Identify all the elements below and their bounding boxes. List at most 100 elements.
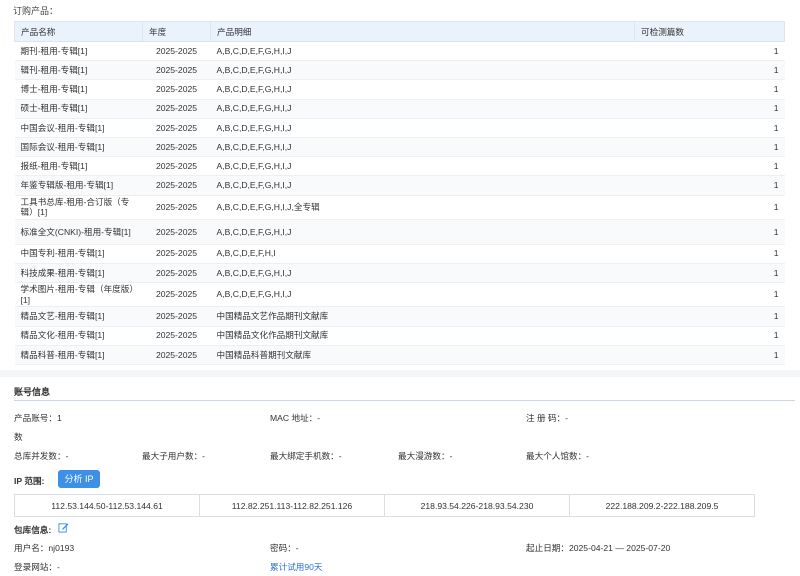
ip-range-cell: 222.188.209.2-222.188.209.5 [569, 494, 755, 517]
product-name-cell: 年鉴专辑版-租用-专辑[1] [14, 175, 143, 196]
header-year: 年度 [142, 21, 211, 42]
max-roaming-field: 最大漫游数：- [398, 451, 453, 461]
product-name-cell: 中国专利-租用-专辑[1] [14, 244, 143, 264]
check-count-cell: 1 [634, 118, 785, 138]
year-cell: 2025-2025 [142, 175, 211, 196]
check-count-cell: 1 [634, 175, 785, 196]
section-title: 订购产品： [13, 6, 59, 16]
header-product-name: 产品名称 [14, 21, 143, 42]
product-detail-cell: 中国精品文化作品期刊文献库 [210, 326, 635, 346]
year-cell: 2025-2025 [142, 345, 211, 365]
year-cell: 2025-2025 [142, 244, 211, 264]
year-cell: 2025-2025 [142, 41, 211, 62]
username-field: 用户名：nj0193 [14, 543, 75, 553]
product-name-cell: 硕士-租用-专辑[1] [14, 99, 143, 119]
ip-range-cell: 112.82.251.113-112.82.251.126 [199, 494, 385, 517]
product-name-cell: 科技成果-租用-专辑[1] [14, 263, 143, 283]
table-row: 期刊-租用-专辑[1] 2025-2025 A,B,C,D,E,F,G,H,I,J 1 [14, 41, 785, 62]
edit-icon[interactable] [58, 522, 69, 533]
product-detail-cell: A,B,C,D,E,F,G,H,I,J [210, 137, 635, 158]
product-name-cell: 期刊-租用-专辑[1] [14, 41, 143, 62]
year-cell: 2025-2025 [142, 156, 211, 177]
check-count-cell: 1 [634, 345, 785, 365]
check-count-cell: 1 [634, 306, 785, 327]
product-name-cell: 博士-租用-专辑[1] [14, 79, 143, 100]
check-count-cell: 1 [634, 41, 785, 62]
ip-range-table: 112.53.144.50-112.53.144.61 112.82.251.1… [14, 494, 755, 517]
product-detail-cell: A,B,C,D,E,F,G,H,I,J [210, 41, 635, 62]
header-check-count: 可检测篇数 [634, 21, 785, 42]
year-cell: 2025-2025 [142, 118, 211, 138]
product-name-cell: 精品文艺-租用-专辑[1] [14, 306, 143, 327]
year-cell: 2025-2025 [142, 219, 211, 245]
product-detail-cell: A,B,C,D,E,F,G,H,I,J [210, 79, 635, 100]
mac-address-field: MAC 地址：- [270, 413, 321, 423]
product-detail-cell: A,B,C,D,E,F,G,H,I,J [210, 156, 635, 177]
product-name-cell: 精品文化-租用-专辑[1] [14, 326, 143, 346]
product-account-field: 产品账号：1 [14, 413, 62, 423]
check-count-cell: 1 [634, 263, 785, 283]
year-cell: 2025-2025 [142, 79, 211, 100]
ip-range-cell: 218.93.54.226-218.93.54.230 [384, 494, 570, 517]
product-detail-cell: A,B,C,D,E,F,G,H,I,J [210, 99, 635, 119]
table-row: 科技成果-租用-专辑[1] 2025-2025 A,B,C,D,E,F,G,H,I,… [14, 263, 785, 283]
table-row: 精品文化-租用-专辑[1] 2025-2025 中国精品文化作品期刊文献库 1 [14, 326, 785, 346]
year-cell: 2025-2025 [142, 99, 211, 119]
ip-range-label: IP 范围: [14, 476, 45, 486]
concurrency-field: 总库并发数：- [14, 451, 69, 461]
year-cell: 2025-2025 [142, 326, 211, 346]
table-row: 精品文艺-租用-专辑[1] 2025-2025 中国精品文艺作品期刊文献库 1 [14, 306, 785, 327]
year-cell: 2025-2025 [142, 263, 211, 283]
divider [14, 400, 795, 401]
product-detail-cell: 中国精品文艺作品期刊文献库 [210, 306, 635, 327]
product-detail-cell: 中国精品科普期刊文献库 [210, 345, 635, 365]
product-account-field-wrap: 数 [14, 432, 23, 442]
table-row: 年鉴专辑版-租用-专辑[1] 2025-2025 A,B,C,D,E,F,G,H,I… [14, 175, 785, 196]
table-row: 硕士-租用-专辑[1] 2025-2025 A,B,C,D,E,F,G,H,I,J 1 [14, 99, 785, 119]
analyze-ip-button[interactable]: 分析 IP [58, 470, 100, 488]
table-row: 精品科普-租用-专辑[1] 2025-2025 中国精品科普期刊文献库 1 [14, 345, 785, 365]
account-info-title: 账号信息 [14, 387, 51, 397]
trial-days-link[interactable]: 累计试用90天 [270, 561, 323, 573]
package-info-label: 包库信息: [14, 525, 52, 535]
date-range-field: 起止日期：2025-04-21 — 2025-07-20 [526, 543, 671, 553]
product-name-cell: 精品科普-租用-专辑[1] [14, 345, 143, 365]
year-cell: 2025-2025 [142, 195, 211, 220]
table-row: 国际会议-租用-专辑[1] 2025-2025 A,B,C,D,E,F,G,H,I,… [14, 137, 785, 158]
year-cell: 2025-2025 [142, 306, 211, 327]
check-count-cell: 1 [634, 195, 785, 220]
max-personal-libraries-field: 最大个人馆数：- [526, 451, 590, 461]
product-detail-cell: A,B,C,D,E,F,H,I [210, 244, 635, 264]
product-detail-cell: A,B,C,D,E,F,G,H,I,J [210, 60, 635, 81]
account-info-panel: 账号信息 产品账号：1 数 MAC 地址：- 注 册 码：- 总库并发数：- 最… [0, 377, 800, 576]
check-count-cell: 1 [634, 99, 785, 119]
check-count-cell: 1 [634, 244, 785, 264]
check-count-cell: 1 [634, 156, 785, 177]
product-detail-cell: A,B,C,D,E,F,G,H,I,J [210, 175, 635, 196]
header-product-detail: 产品明细 [210, 21, 635, 42]
product-name-cell: 报纸-租用-专辑[1] [14, 156, 143, 177]
ip-range-row: 112.53.144.50-112.53.144.61 112.82.251.1… [14, 494, 755, 517]
max-bound-phones-field: 最大绑定手机数：- [270, 451, 342, 461]
check-count-cell: 1 [634, 79, 785, 100]
products-table: 产品名称 年度 产品明细 可检测篇数 期刊-租用-专辑[1] 2025-2025 A… [14, 21, 785, 365]
ip-range-cell: 112.53.144.50-112.53.144.61 [14, 494, 200, 517]
registration-code-field: 注 册 码：- [526, 413, 569, 423]
year-cell: 2025-2025 [142, 137, 211, 158]
check-count-cell: 1 [634, 326, 785, 346]
check-count-cell: 1 [634, 219, 785, 245]
table-row: 中国会议-租用-专辑[1] 2025-2025 A,B,C,D,E,F,G,H,I,… [14, 118, 785, 138]
product-detail-cell: A,B,C,D,E,F,G,H,I,J [210, 118, 635, 138]
year-cell: 2025-2025 [142, 282, 211, 308]
check-count-cell: 1 [634, 282, 785, 308]
product-name-cell: 国际会议-租用-专辑[1] [14, 137, 143, 158]
product-detail-cell: A,B,C,D,E,F,G,H,I,J,全专辑 [210, 195, 635, 220]
table-row: 辑刊-租用-专辑[1] 2025-2025 A,B,C,D,E,F,G,H,I,J 1 [14, 60, 785, 81]
product-name-cell: 工具书总库-租用-合订版（专辑）[1] [14, 195, 143, 220]
product-detail-cell: A,B,C,D,E,F,G,H,I,J [210, 263, 635, 283]
password-field: 密码：- [270, 543, 299, 553]
ordered-products-panel: 订购产品： 产品名称 年度 产品明细 可检测篇数 期刊-租用-专辑[1] 2025… [0, 0, 800, 370]
table-row: 工具书总库-租用-合订版（专辑）[1] 2025-2025 A,B,C,D,E,F,… [14, 195, 785, 220]
product-name-cell: 学术图片-租用-专辑（年度版）[1] [14, 282, 143, 308]
table-row: 标准全文(CNKI)-租用-专辑[1] 2025-2025 A,B,C,D,E,F,… [14, 219, 785, 245]
